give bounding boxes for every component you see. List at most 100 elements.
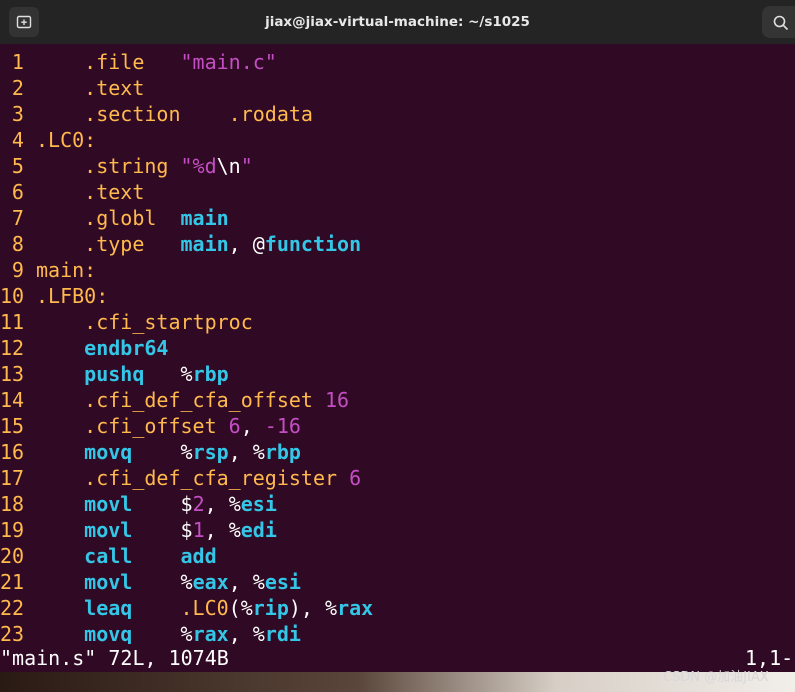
code-token: 16 xyxy=(324,388,350,412)
code-line: 8 .type main, @function xyxy=(0,231,795,257)
code-token: ), % xyxy=(288,596,338,620)
code-token: , % xyxy=(228,622,265,646)
window-title: jiax@jiax-virtual-machine: ~/s1025 xyxy=(265,14,530,30)
code-token: endbr64 xyxy=(84,336,169,360)
code-line: 10 .LFB0: xyxy=(0,283,795,309)
line-number: 14 xyxy=(0,388,25,412)
search-button[interactable] xyxy=(762,6,795,38)
code-token: .cfi_def_cfa_offset xyxy=(36,388,325,412)
line-number: 8 xyxy=(11,232,24,256)
code-token: movl xyxy=(84,518,133,542)
code-token: \n xyxy=(216,154,241,178)
code-token: 6 xyxy=(349,466,362,490)
code-token: .text xyxy=(36,76,145,100)
code-line: 17 .cfi_def_cfa_register 6 xyxy=(0,465,795,491)
code-token: , % xyxy=(204,518,241,542)
code-token: rsp xyxy=(192,440,229,464)
code-line: 2 .text xyxy=(0,75,795,101)
code-line: 3 .section .rodata xyxy=(0,101,795,127)
code-line: 7 .globl main xyxy=(0,205,795,231)
code-token: "main.c" xyxy=(180,50,277,74)
line-number: 9 xyxy=(11,258,24,282)
code-line: 11 .cfi_startproc xyxy=(0,309,795,335)
code-token: esi xyxy=(240,492,277,516)
line-number: 1 xyxy=(11,50,24,74)
line-number: 11 xyxy=(0,310,25,334)
code-token: rip xyxy=(252,596,289,620)
code-token: .type xyxy=(36,232,181,256)
code-token: .LC0 xyxy=(132,596,229,620)
code-line: 15 .cfi_offset 6, -16 xyxy=(0,413,795,439)
code-line: 5 .string "%d\n" xyxy=(0,153,795,179)
code-token: .cfi_def_cfa_register xyxy=(36,466,350,490)
code-token: .LC0: xyxy=(36,128,97,152)
line-number: 21 xyxy=(0,570,25,594)
line-number: 13 xyxy=(0,362,25,386)
code-token: -16 xyxy=(264,414,301,438)
line-number: 10 xyxy=(0,284,25,308)
code-line: 18 movl $2, %esi xyxy=(0,491,795,517)
code-token: , % xyxy=(204,492,241,516)
line-number: 19 xyxy=(0,518,25,542)
code-token: $ xyxy=(132,492,193,516)
code-token: .text xyxy=(36,180,145,204)
code-token: .section .rodata xyxy=(36,102,313,126)
code-token: , xyxy=(240,414,265,438)
code-token: movq xyxy=(84,622,133,646)
code-line: 22 leaq .LC0(%rip), %rax xyxy=(0,595,795,621)
code-token: 1 xyxy=(192,518,205,542)
line-number: 17 xyxy=(0,466,25,490)
code-token: % xyxy=(132,622,193,646)
code-token: (% xyxy=(228,596,253,620)
editor-code: 1 .file "main.c" 2 .text 3 .section .rodat… xyxy=(0,49,795,647)
code-token: rax xyxy=(337,596,374,620)
code-token: add xyxy=(180,544,217,568)
code-token: , @ xyxy=(228,232,265,256)
code-token: esi xyxy=(264,570,301,594)
code-token: main: xyxy=(36,258,97,282)
code-token: $ xyxy=(132,518,193,542)
terminal-area[interactable]: 1 .file "main.c" 2 .text 3 .section .rodat… xyxy=(0,44,795,672)
code-token: rbp xyxy=(264,440,301,464)
line-number: 15 xyxy=(0,414,25,438)
code-token: leaq xyxy=(84,596,133,620)
code-line: 21 movl %eax, %esi xyxy=(0,569,795,595)
watermark: CSDN @加油JIAX xyxy=(663,670,769,685)
status-file-info: "main.s" 72L, 1074B xyxy=(0,646,229,670)
code-token: edi xyxy=(240,518,277,542)
code-token: rbp xyxy=(192,362,229,386)
code-line: 6 .text xyxy=(0,179,795,205)
code-token: .globl xyxy=(36,206,181,230)
code-line: 13 pushq %rbp xyxy=(0,361,795,387)
code-token: function xyxy=(264,232,362,256)
line-number: 7 xyxy=(11,206,24,230)
code-token: 2 xyxy=(192,492,205,516)
code-token: .file xyxy=(36,50,181,74)
code-line: 12 endbr64 xyxy=(0,335,795,361)
code-token: .cfi_startproc xyxy=(36,310,253,334)
line-number: 2 xyxy=(11,76,24,100)
line-number: 20 xyxy=(0,544,25,568)
code-token: % xyxy=(144,362,193,386)
code-token: call xyxy=(84,544,133,568)
line-number: 4 xyxy=(11,128,24,152)
code-token: movq xyxy=(84,440,133,464)
code-token: % xyxy=(132,440,193,464)
code-token: main xyxy=(180,206,229,230)
code-token: .cfi_offset xyxy=(36,414,229,438)
code-line: 20 call add xyxy=(0,543,795,569)
code-line: 14 .cfi_def_cfa_offset 16 xyxy=(0,387,795,413)
search-icon xyxy=(773,15,789,31)
code-token: .string xyxy=(36,154,181,178)
line-number: 12 xyxy=(0,336,25,360)
code-token: % xyxy=(132,570,193,594)
